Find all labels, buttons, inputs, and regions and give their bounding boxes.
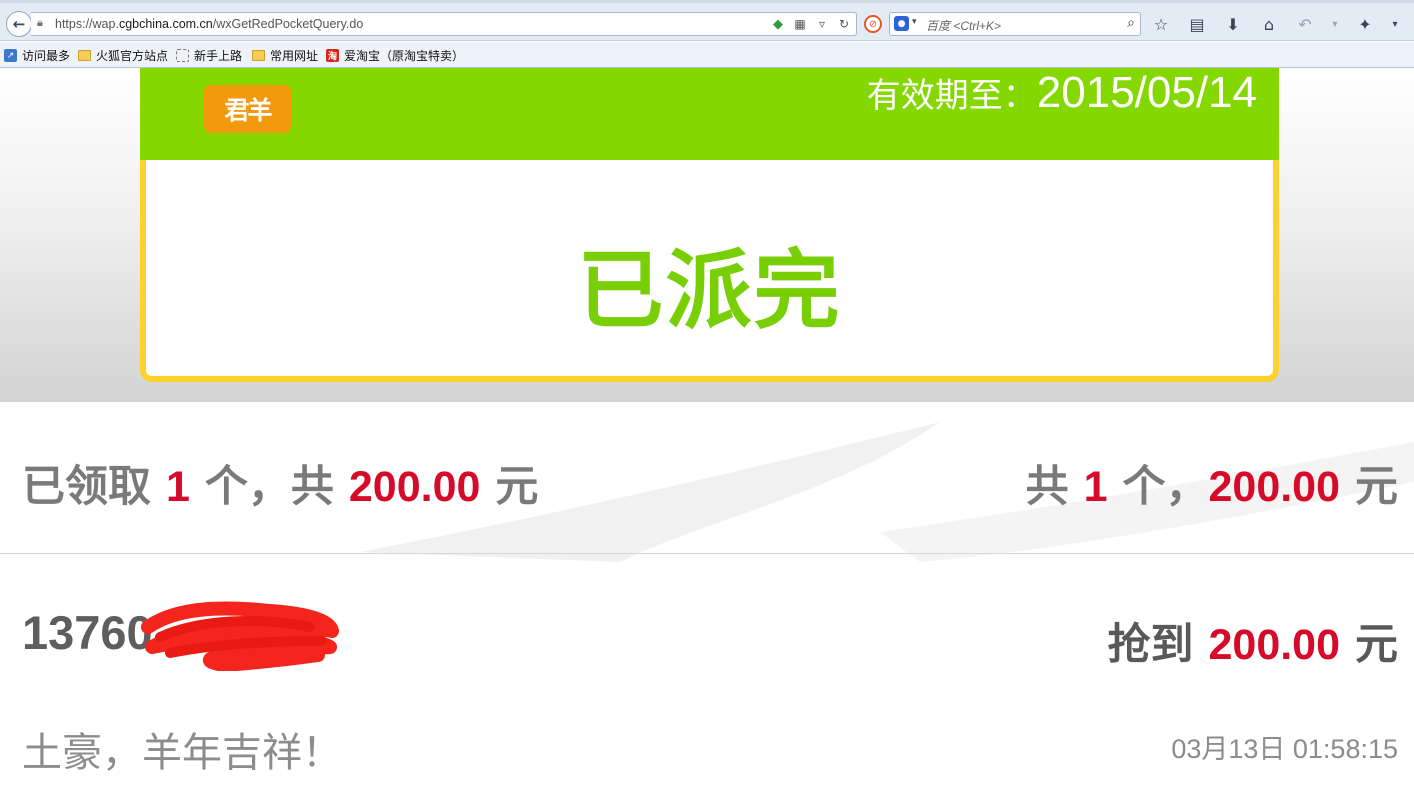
- bookmark-label: 访问最多: [22, 49, 71, 63]
- qr-code-icon[interactable]: ▦: [792, 16, 808, 32]
- grabbed-amount: 抢到 200.00 元: [1108, 610, 1399, 672]
- received-label: 已领取: [22, 462, 151, 512]
- star-bookmark-icon[interactable]: ☆: [1150, 14, 1172, 34]
- menu-dropdown-icon[interactable]: ▾: [1390, 14, 1400, 34]
- currency-label: 元: [1355, 462, 1398, 512]
- received-summary: 已领取 1 个，共 200.00 元: [22, 452, 538, 514]
- grab-label: 抢到: [1107, 620, 1194, 670]
- separator: ，: [1165, 462, 1209, 512]
- history-dropdown-icon[interactable]: ▿: [814, 16, 830, 32]
- currency-label: 元: [495, 462, 539, 512]
- bookmark-label: 爱淘宝（原淘宝特卖）: [344, 49, 465, 63]
- navigation-toolbar: ← 🔒︎ https://wap.cgbchina.com.cn/wxGetRe…: [0, 3, 1414, 41]
- bookmark-firefox-site[interactable]: 火狐官方站点: [78, 47, 168, 64]
- expiry-date: 2015/05/14: [1036, 68, 1257, 117]
- bookmark-label: 火狐官方站点: [96, 49, 169, 63]
- group-logo: 君羊: [204, 85, 291, 133]
- reload-icon[interactable]: ↻: [836, 16, 852, 32]
- extension-icon[interactable]: ✦: [1354, 14, 1376, 34]
- bookmark-taobao[interactable]: 淘 爱淘宝（原淘宝特卖）: [326, 47, 464, 64]
- total-amount: 200.00: [1208, 463, 1341, 511]
- url-path: /wxGetRedPocketQuery.do: [212, 17, 364, 31]
- greeting-message: 土豪，羊年吉祥！: [22, 730, 342, 776]
- search-placeholder: 百度 <Ctrl+K>: [926, 19, 1002, 33]
- card-body: 已派完: [140, 160, 1279, 382]
- bookmarks-toolbar: ↗ 访问最多 火狐官方站点 新手上路 常用网址 淘 爱淘宝（原淘宝特卖）: [0, 42, 1414, 68]
- taobao-icon: 淘: [326, 49, 339, 62]
- folder-icon: [252, 50, 265, 61]
- redaction-scribble: [141, 601, 339, 671]
- url-domain: cgbchina.com.cn: [118, 17, 213, 31]
- lock-icon: 🔒︎: [37, 16, 43, 29]
- chevron-down-icon[interactable]: ▾: [912, 17, 917, 27]
- logo-text: 君羊: [224, 96, 272, 125]
- unit-label: 个: [1122, 462, 1166, 512]
- bookmark-common-sites[interactable]: 常用网址: [252, 47, 318, 64]
- total-count: 1: [1083, 463, 1108, 511]
- record-amount: 200.00: [1208, 621, 1341, 669]
- unit-label: 个: [204, 462, 248, 512]
- phone-number: 13760: [22, 606, 153, 659]
- status-text: 已派完: [577, 241, 842, 341]
- dashed-page-icon: [176, 49, 189, 62]
- bookmark-label: 常用网址: [270, 49, 319, 63]
- arrow-left-icon: ←: [12, 15, 26, 33]
- address-bar[interactable]: 🔒︎ https://wap.cgbchina.com.cn/wxGetRedP…: [31, 12, 857, 36]
- search-bar[interactable]: ● ▾ 百度 <Ctrl+K> ⌕: [889, 12, 1141, 36]
- card-header: 君羊 有效期至：2015/05/14: [140, 68, 1279, 160]
- bookmark-label: 新手上路: [194, 49, 243, 63]
- received-count: 1: [165, 463, 190, 511]
- expiry-label: 有效期至：: [866, 76, 1037, 116]
- dropdown-icon[interactable]: ▾: [1330, 14, 1340, 34]
- reading-list-icon[interactable]: ▤: [1186, 14, 1208, 34]
- search-icon[interactable]: ⌕: [1127, 15, 1135, 31]
- shield-icon[interactable]: ◆: [770, 16, 786, 32]
- red-pocket-card-area: 君羊 有效期至：2015/05/14 已派完: [0, 68, 1414, 402]
- total-summary: 共 1 个，200.00 元: [1026, 452, 1398, 514]
- url-prefix: https://wap.: [55, 17, 119, 31]
- folder-icon: [78, 50, 91, 61]
- total-prefix: ，共: [247, 462, 334, 512]
- total-label: 共: [1025, 462, 1069, 512]
- bookmark-most-visited[interactable]: ↗ 访问最多: [4, 47, 70, 64]
- record-timestamp: 03月13日 01:58:15: [1171, 734, 1398, 764]
- most-visited-icon: ↗: [4, 49, 17, 62]
- download-icon[interactable]: ⬇: [1222, 14, 1244, 34]
- currency-label: 元: [1355, 620, 1398, 670]
- url-text: https://wap.cgbchina.com.cn/wxGetRedPock…: [55, 17, 363, 31]
- home-icon[interactable]: ⌂: [1258, 14, 1280, 34]
- claim-record: 13760 抢到 200.00 元 土豪，羊年吉祥！ 03月13日 01:58:…: [0, 555, 1414, 791]
- undo-icon[interactable]: ↶: [1294, 14, 1316, 34]
- received-amount: 200.00: [348, 463, 481, 511]
- summary-row: 已领取 1 个，共 200.00 元 共 1 个，200.00 元: [0, 402, 1414, 554]
- expiry-info: 有效期至：2015/05/14: [867, 68, 1257, 127]
- bookmark-getting-started[interactable]: 新手上路: [176, 47, 242, 64]
- baidu-paw-icon[interactable]: ●: [894, 16, 909, 31]
- back-button[interactable]: ←: [6, 11, 32, 37]
- adblock-icon[interactable]: ⊘: [864, 15, 882, 33]
